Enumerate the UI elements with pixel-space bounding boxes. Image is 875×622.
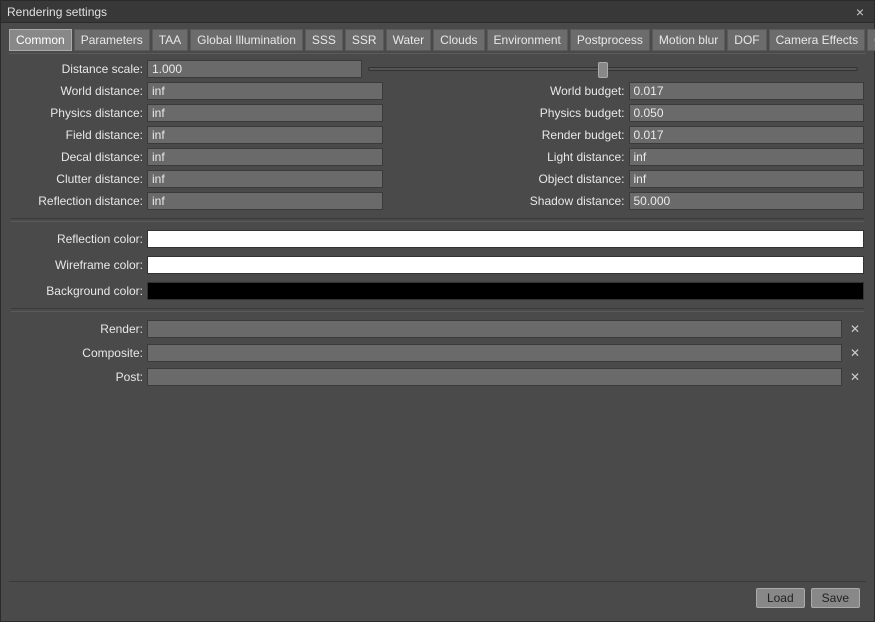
label-render-path: Render: — [11, 322, 147, 336]
tab-taa[interactable]: TAA — [152, 29, 188, 51]
clear-render-icon[interactable]: ✕ — [846, 320, 864, 338]
label-distance-scale: Distance scale: — [11, 62, 147, 76]
tab-ssr[interactable]: SSR — [345, 29, 384, 51]
label-light-distance: Light distance: — [493, 150, 629, 164]
clear-composite-icon[interactable]: ✕ — [846, 344, 864, 362]
footer: Load Save — [9, 581, 866, 613]
label-background-color: Background color: — [11, 284, 147, 298]
input-post-path[interactable] — [147, 368, 842, 386]
common-panel: Distance scale: World distance: Physics … — [9, 53, 866, 581]
input-world-budget[interactable] — [629, 82, 865, 100]
tab-color[interactable]: Color — [867, 29, 875, 51]
label-render-budget: Render budget: — [493, 128, 629, 142]
label-field-distance: Field distance: — [11, 128, 147, 142]
tab-clouds[interactable]: Clouds — [433, 29, 484, 51]
label-object-distance: Object distance: — [493, 172, 629, 186]
input-composite-path[interactable] — [147, 344, 842, 362]
input-field-distance[interactable] — [147, 126, 383, 144]
swatch-wireframe-color[interactable] — [147, 256, 864, 274]
label-physics-distance: Physics distance: — [11, 106, 147, 120]
tab-postprocess[interactable]: Postprocess — [570, 29, 650, 51]
content-area: CommonParametersTAAGlobal IlluminationSS… — [1, 23, 874, 621]
window-title: Rendering settings — [7, 5, 852, 19]
label-world-budget: World budget: — [493, 84, 629, 98]
label-clutter-distance: Clutter distance: — [11, 172, 147, 186]
tab-global-illumination[interactable]: Global Illumination — [190, 29, 303, 51]
tab-water[interactable]: Water — [386, 29, 432, 51]
label-decal-distance: Decal distance: — [11, 150, 147, 164]
tab-parameters[interactable]: Parameters — [74, 29, 150, 51]
input-render-budget[interactable] — [629, 126, 865, 144]
input-decal-distance[interactable] — [147, 148, 383, 166]
rendering-settings-window: Rendering settings × CommonParametersTAA… — [0, 0, 875, 622]
distance-grid: World distance: Physics distance: Field … — [11, 80, 864, 212]
label-shadow-distance: Shadow distance: — [493, 194, 629, 208]
clear-post-icon[interactable]: ✕ — [846, 368, 864, 386]
input-object-distance[interactable] — [629, 170, 865, 188]
tab-environment[interactable]: Environment — [487, 29, 568, 51]
input-physics-budget[interactable] — [629, 104, 865, 122]
tab-bar: CommonParametersTAAGlobal IlluminationSS… — [9, 29, 866, 51]
label-physics-budget: Physics budget: — [493, 106, 629, 120]
separator — [11, 308, 864, 312]
input-reflection-distance[interactable] — [147, 192, 383, 210]
input-render-path[interactable] — [147, 320, 842, 338]
load-button[interactable]: Load — [756, 588, 805, 608]
swatch-reflection-color[interactable] — [147, 230, 864, 248]
label-composite-path: Composite: — [11, 346, 147, 360]
tab-camera-effects[interactable]: Camera Effects — [769, 29, 865, 51]
input-shadow-distance[interactable] — [629, 192, 865, 210]
label-world-distance: World distance: — [11, 84, 147, 98]
label-reflection-distance: Reflection distance: — [11, 194, 147, 208]
row-distance-scale: Distance scale: — [11, 58, 864, 80]
close-icon[interactable]: × — [852, 5, 868, 19]
tab-dof[interactable]: DOF — [727, 29, 766, 51]
slider-track[interactable] — [368, 67, 858, 71]
slider-thumb[interactable] — [598, 62, 608, 78]
slider-distance-scale[interactable] — [362, 67, 864, 71]
input-light-distance[interactable] — [629, 148, 865, 166]
input-world-distance[interactable] — [147, 82, 383, 100]
input-distance-scale[interactable] — [147, 60, 362, 78]
swatch-background-color[interactable] — [147, 282, 864, 300]
input-physics-distance[interactable] — [147, 104, 383, 122]
tab-common[interactable]: Common — [9, 29, 72, 51]
label-reflection-color: Reflection color: — [11, 232, 147, 246]
save-button[interactable]: Save — [811, 588, 860, 608]
label-wireframe-color: Wireframe color: — [11, 258, 147, 272]
label-post-path: Post: — [11, 370, 147, 384]
input-clutter-distance[interactable] — [147, 170, 383, 188]
separator — [11, 218, 864, 222]
tab-motion-blur[interactable]: Motion blur — [652, 29, 725, 51]
titlebar: Rendering settings × — [1, 1, 874, 23]
tab-sss[interactable]: SSS — [305, 29, 343, 51]
